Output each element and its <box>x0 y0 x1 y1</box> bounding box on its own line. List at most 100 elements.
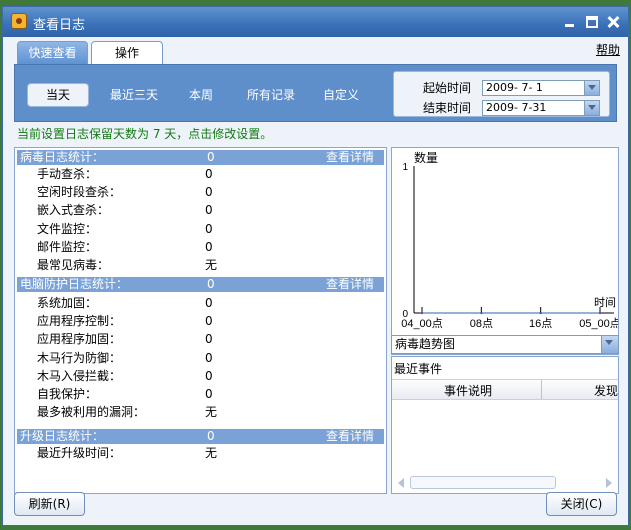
stat-value: 0 <box>205 239 213 254</box>
trend-chart-svg: 数量时间0104_00点 08点 16点 05_00点 <box>401 150 618 330</box>
protection-stats-header: 电脑防护日志统计： 0 查看详情 <box>17 277 384 292</box>
protection-stat-row: 最多被利用的漏洞： 无 <box>15 403 386 421</box>
section-title: 病毒日志统计： <box>20 150 105 164</box>
section-title: 电脑防护日志统计： <box>20 277 129 291</box>
filter-panel: 当天 最近三天 本周 所有记录 自定义 起始时间 2009- 7- 1 结束时间… <box>14 64 617 122</box>
end-time-label: 结束时间 <box>423 101 472 115</box>
protection-stat-row: 木马入侵拦截： 0 <box>15 367 386 385</box>
section-title: 升级日志统计： <box>20 429 105 443</box>
protection-stat-row: 应用程序控制： 0 <box>15 312 386 330</box>
end-date-select[interactable]: 2009- 7-31 <box>482 100 600 116</box>
x-tick-label: 16点 <box>529 317 552 330</box>
stat-value: 0 <box>205 167 213 181</box>
stat-label: 木马入侵拦截： <box>37 368 122 383</box>
stat-value: 0 <box>205 332 213 347</box>
filter-custom-button[interactable]: 自定义 <box>315 83 367 107</box>
stat-value: 无 <box>205 258 218 272</box>
protection-stat-row: 应用程序加固： 0 <box>15 330 386 348</box>
upgrade-stat-row: 最近升级时间： 无 <box>15 444 386 462</box>
app-logo-icon <box>11 13 27 29</box>
stat-value: 无 <box>205 446 218 460</box>
stat-value: 0 <box>205 185 213 200</box>
y-axis-label: 数量 <box>414 150 438 165</box>
stats-panel: 病毒日志统计： 0 查看详情 手动查杀： 0 空闲时段查杀： 0 嵌入式查杀： 0 文件监控… <box>14 147 387 494</box>
scroll-right-icon[interactable] <box>606 478 612 488</box>
start-date-value: 2009- 7- 1 <box>486 81 543 94</box>
section-count: 0 <box>207 277 215 291</box>
virus-stat-row: 最常见病毒： 无 <box>15 256 386 274</box>
date-range-box: 起始时间 2009- 7- 1 结束时间 2009- 7-31 <box>393 71 610 117</box>
minimize-icon[interactable] <box>563 15 577 29</box>
horizontal-scrollbar[interactable] <box>394 475 616 491</box>
series-point <box>539 311 542 315</box>
upgrade-stats-header: 升级日志统计： 0 查看详情 <box>17 429 384 444</box>
protection-details-link[interactable]: 查看详情 <box>326 277 374 292</box>
protection-stat-row: 系统加固： 0 <box>15 294 386 312</box>
scroll-left-icon[interactable] <box>398 478 404 488</box>
log-viewer-window: 查看日志 快速查看 操作 帮助 当天 最近三天 本周 所有记录 自定义 起始时间… <box>2 6 629 526</box>
stat-value: 0 <box>205 387 213 401</box>
end-date-value: 2009- 7-31 <box>486 101 547 114</box>
chevron-down-icon[interactable] <box>601 336 618 353</box>
virus-stats-header: 病毒日志统计： 0 查看详情 <box>17 150 384 165</box>
stat-label: 手动查杀： <box>37 167 98 181</box>
events-table-header: 事件说明 发现 <box>392 379 618 400</box>
close-button[interactable]: 关闭(C) <box>546 492 617 516</box>
chart-type-select[interactable]: 病毒趋势图 <box>391 335 619 354</box>
chart-type-value: 病毒趋势图 <box>395 337 456 351</box>
stat-label: 最常见病毒： <box>37 258 110 272</box>
window-title: 查看日志 <box>33 18 86 33</box>
help-link[interactable]: 帮助 <box>596 41 620 58</box>
stat-label: 应用程序加固： <box>37 332 122 347</box>
chevron-down-icon[interactable] <box>584 101 599 115</box>
stat-value: 0 <box>205 368 213 383</box>
tab-operations[interactable]: 操作 <box>91 41 163 65</box>
stat-label: 系统加固： <box>37 296 98 310</box>
start-time-label: 起始时间 <box>423 81 472 95</box>
section-count: 0 <box>207 429 215 443</box>
stat-value: 0 <box>205 296 213 310</box>
filter-last-three-days-button[interactable]: 最近三天 <box>101 83 167 107</box>
virus-stat-row: 手动查杀： 0 <box>15 165 386 183</box>
tab-quick-view[interactable]: 快速查看 <box>17 41 88 66</box>
x-tick-label: 08点 <box>470 317 493 330</box>
trend-chart: 数量 时间 0 1 04_00点 08点 16点 05_00点 <box>391 147 619 355</box>
column-header-description[interactable]: 事件说明 <box>444 382 492 399</box>
virus-stat-row: 嵌入式查杀： 0 <box>15 201 386 219</box>
x-tick-label: 05_00点 <box>579 317 618 330</box>
protection-stat-row: 自我保护： 0 <box>15 385 386 403</box>
filter-this-week-button[interactable]: 本周 <box>179 83 223 107</box>
stat-label: 最近升级时间： <box>37 446 122 460</box>
recent-events-title: 最近事件 <box>394 362 443 376</box>
stat-label: 嵌入式查杀： <box>37 203 110 218</box>
stat-value: 0 <box>205 221 213 236</box>
virus-stat-row: 空闲时段查杀： 0 <box>15 183 386 201</box>
stat-label: 最多被利用的漏洞： <box>37 405 146 420</box>
virus-stat-row: 文件监控： 0 <box>15 220 386 238</box>
virus-details-link[interactable]: 查看详情 <box>326 150 374 165</box>
upgrade-details-link[interactable]: 查看详情 <box>326 429 374 444</box>
recent-events-panel: 最近事件 事件说明 发现 <box>391 356 619 494</box>
scroll-thumb[interactable] <box>410 476 556 489</box>
x-tick-label: 04_00点 <box>401 317 443 330</box>
column-header-found[interactable]: 发现 <box>594 382 618 399</box>
virus-stat-row: 邮件监控： 0 <box>15 238 386 256</box>
retention-notice-link[interactable]: 当前设置日志保留天数为 7 天，点击修改设置。 <box>17 125 272 142</box>
close-icon[interactable] <box>606 15 620 29</box>
stat-label: 邮件监控： <box>37 239 98 254</box>
refresh-button[interactable]: 刷新(R) <box>14 492 85 516</box>
filter-all-records-button[interactable]: 所有记录 <box>239 83 303 107</box>
filter-today-button[interactable]: 当天 <box>27 83 89 107</box>
stat-value: 0 <box>205 314 213 329</box>
start-date-select[interactable]: 2009- 7- 1 <box>482 80 600 96</box>
series-point <box>480 311 483 315</box>
stat-label: 空闲时段查杀： <box>37 185 122 200</box>
maximize-icon[interactable] <box>586 16 598 28</box>
chevron-down-icon[interactable] <box>584 81 599 95</box>
stat-value: 0 <box>205 203 213 218</box>
series-point <box>420 311 424 315</box>
column-divider[interactable] <box>541 380 542 399</box>
stat-label: 自我保护： <box>37 387 98 401</box>
title-bar[interactable]: 查看日志 <box>3 7 628 37</box>
stat-label: 文件监控： <box>37 221 98 236</box>
